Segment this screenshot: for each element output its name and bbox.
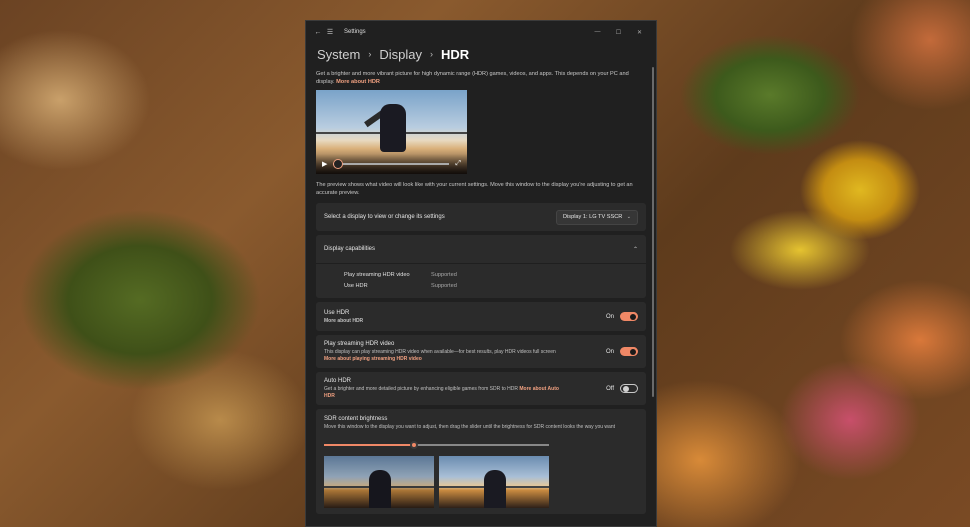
hdr-preview-video[interactable]: ▶ ⤢ [316,90,467,174]
minimize-button[interactable]: — [587,29,608,36]
video-controls: ▶ ⤢ [316,154,467,174]
seek-bar[interactable] [333,159,450,169]
streaming-hdr-link[interactable]: More about playing streaming HDR video [324,356,422,362]
display-dropdown[interactable]: Display 1: LG TV SSCR ⌄ [556,209,638,225]
capability-value: Supported [431,272,457,278]
preview-person [484,470,506,508]
preview-note: The preview shows what video will look l… [316,182,633,196]
intro-text: Get a brighter and more vibrant picture … [316,70,646,86]
seek-thumb[interactable] [333,159,344,169]
settings-window: ← ☰ Settings — ☐ ✕ System › Display › HD… [305,20,657,527]
sdr-brightness-title: SDR content brightness [324,416,388,422]
auto-hdr-state: Off [606,385,614,392]
close-button[interactable]: ✕ [629,29,650,36]
maximize-button[interactable]: ☐ [608,29,629,36]
capabilities-header[interactable]: Display capabilities ⌃ [316,235,646,263]
capability-name: Use HDR [344,283,368,289]
window-controls: — ☐ ✕ [587,29,650,36]
sdr-brightness-card: SDR content brightness Move this window … [316,409,646,514]
back-arrow-icon[interactable]: ← [312,29,324,36]
toggle-knob [630,313,636,320]
preview-person [380,104,406,152]
streaming-hdr-description: This display can play streaming HDR vide… [324,349,556,355]
auto-hdr-description: Get a brighter and more detailed picture… [324,386,518,392]
fullscreen-icon[interactable]: ⤢ [455,160,461,168]
sdr-brightness-slider[interactable] [324,439,549,451]
preview-person [369,470,391,508]
capabilities-list: Play streaming HDR video Supported Use H… [316,263,646,298]
display-dropdown-value: Display 1: LG TV SSCR [563,214,623,220]
hdr-preview-image [439,456,549,508]
title-bar: ← ☰ Settings — ☐ ✕ [306,21,656,43]
capabilities-title: Display capabilities [324,246,376,252]
breadcrumb: System › Display › HDR [306,43,656,65]
slider-thumb[interactable] [410,441,418,449]
chevron-up-icon[interactable]: ⌃ [633,246,638,253]
auto-hdr-card: Auto HDR Get a brighter and more detaile… [316,372,646,405]
chevron-down-icon: ⌄ [626,214,631,220]
use-hdr-title: Use HDR [324,309,350,316]
auto-hdr-text: Auto HDR Get a brighter and more detaile… [324,377,606,400]
display-select-card: Select a display to view or change its s… [316,203,646,231]
auto-hdr-desc: Get a brighter and more detailed picture… [324,386,564,400]
display-select-label: Select a display to view or change its s… [324,214,445,220]
sdr-preview-image [324,456,434,508]
more-about-hdr-link[interactable]: More about HDR [336,79,380,85]
sdr-previews [324,456,638,508]
capability-row: Use HDR Supported [344,281,638,292]
window-title: Settings [344,29,366,35]
toggle-knob [630,348,636,355]
streaming-hdr-state: On [605,348,614,355]
auto-hdr-toggle[interactable] [620,384,638,393]
streaming-hdr-card: Play streaming HDR video This display ca… [316,335,646,368]
capability-row: Play streaming HDR video Supported [344,270,638,281]
breadcrumb-display[interactable]: Display [379,47,422,62]
streaming-hdr-text: Play streaming HDR video This display ca… [324,340,606,363]
use-hdr-toggle[interactable] [620,312,638,321]
play-icon[interactable]: ▶ [322,160,327,168]
page-title: HDR [440,46,470,62]
breadcrumb-system[interactable]: System [317,47,360,62]
toggle-knob [622,385,629,392]
scrollbar[interactable] [652,67,654,397]
streaming-hdr-toggle[interactable] [620,347,638,356]
slider-fill [324,444,414,446]
settings-content: Get a brighter and more vibrant picture … [306,70,656,514]
sdr-brightness-desc: Move this window to the display you want… [324,424,615,430]
streaming-hdr-desc: This display can play streaming HDR vide… [324,349,564,363]
display-capabilities-card: Display capabilities ⌃ Play streaming HD… [316,235,646,298]
capability-name: Play streaming HDR video [344,272,410,278]
capability-value: Supported [431,283,457,289]
chevron-right-icon: › [429,49,433,59]
use-hdr-text: Use HDR More about HDR [324,309,606,325]
chevron-right-icon: › [368,49,372,59]
use-hdr-state: On [605,313,614,320]
hamburger-menu-icon[interactable]: ☰ [324,28,336,36]
streaming-hdr-title: Play streaming HDR video [324,341,395,347]
use-hdr-link[interactable]: More about HDR [324,318,564,325]
use-hdr-card: Use HDR More about HDR On [316,302,646,331]
auto-hdr-title: Auto HDR [324,378,352,384]
